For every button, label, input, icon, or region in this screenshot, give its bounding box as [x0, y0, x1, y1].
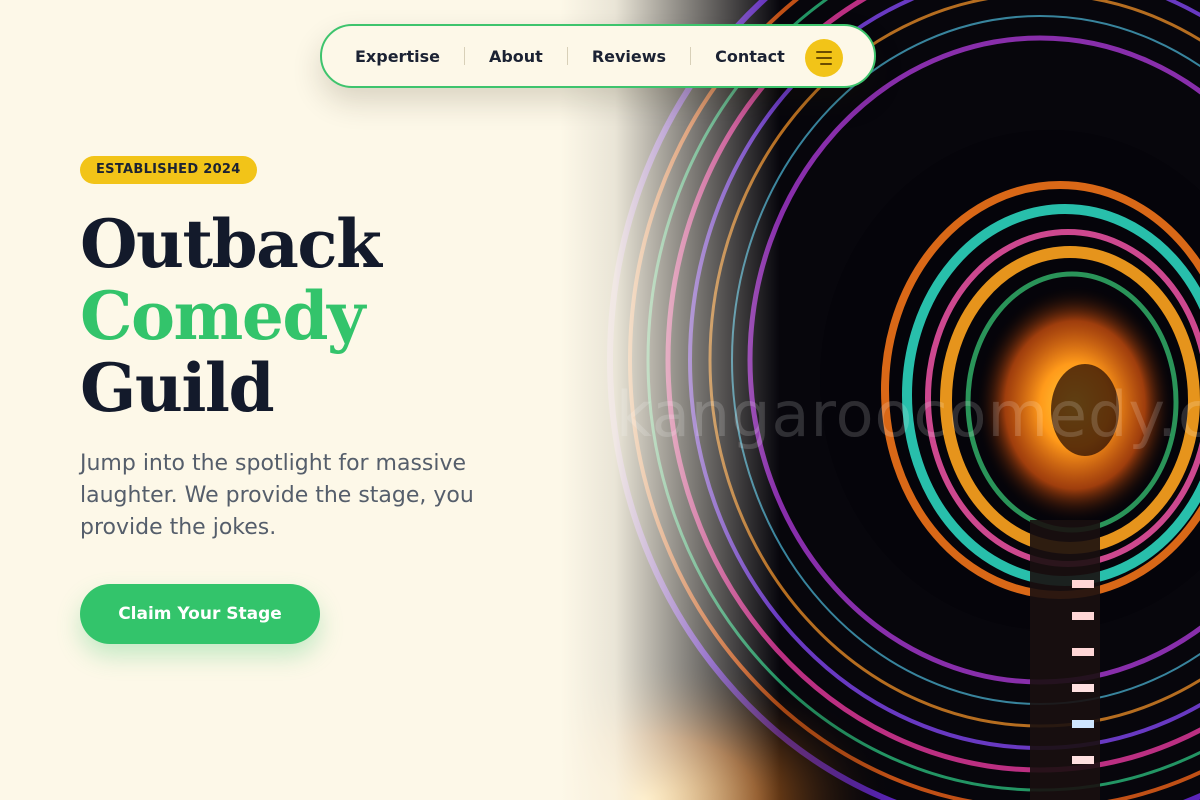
hamburger-menu-icon-line: [820, 63, 832, 65]
nav-item-reviews[interactable]: Reviews: [592, 47, 666, 66]
established-badge: ESTABLISHED 2024: [80, 156, 257, 184]
nav-divider: [463, 47, 465, 65]
hamburger-menu-icon-line: [816, 57, 832, 59]
nav-divider: [690, 47, 692, 65]
hamburger-menu-icon: [816, 51, 832, 53]
hero-title: Outback Comedy Guild: [80, 205, 382, 427]
hero-title-line-1: Outback: [80, 205, 382, 283]
nav-item-about[interactable]: About: [489, 47, 543, 66]
main-nav: Expertise About Reviews Contact: [320, 24, 876, 88]
claim-stage-button[interactable]: Claim Your Stage: [80, 584, 320, 644]
hero-title-line-3: Guild: [80, 349, 275, 427]
nav-item-expertise[interactable]: Expertise: [355, 47, 440, 66]
nav-item-contact[interactable]: Contact: [715, 47, 785, 66]
hero-title-line-2: Comedy: [80, 277, 365, 355]
nav-divider: [566, 47, 568, 65]
watermark-text: kangaroocomedy.com: [616, 378, 1200, 451]
hero-subtitle: Jump into the spotlight for massive laug…: [80, 451, 474, 540]
menu-button[interactable]: [805, 39, 843, 77]
